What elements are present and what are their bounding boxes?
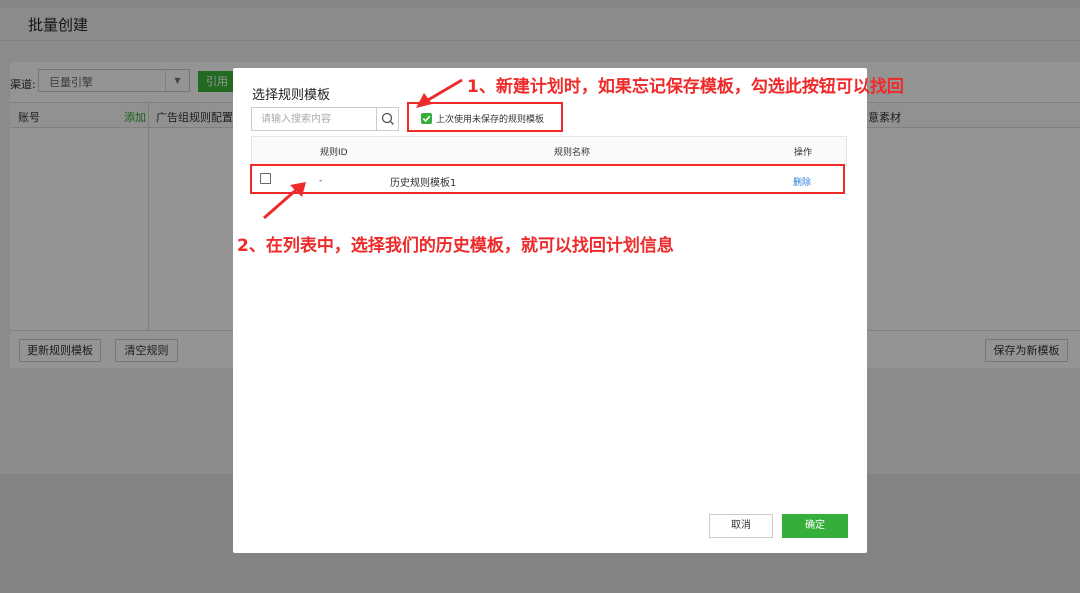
annotation-note-2: 2、在列表中，选择我们的历史模板，就可以找回计划信息 bbox=[237, 236, 674, 256]
arrow-2-icon bbox=[263, 182, 306, 220]
arrow-1-icon bbox=[416, 78, 463, 108]
annotation-note-1: 1、新建计划时，如果忘记保存模板，勾选此按钮可以找回 bbox=[467, 77, 904, 97]
